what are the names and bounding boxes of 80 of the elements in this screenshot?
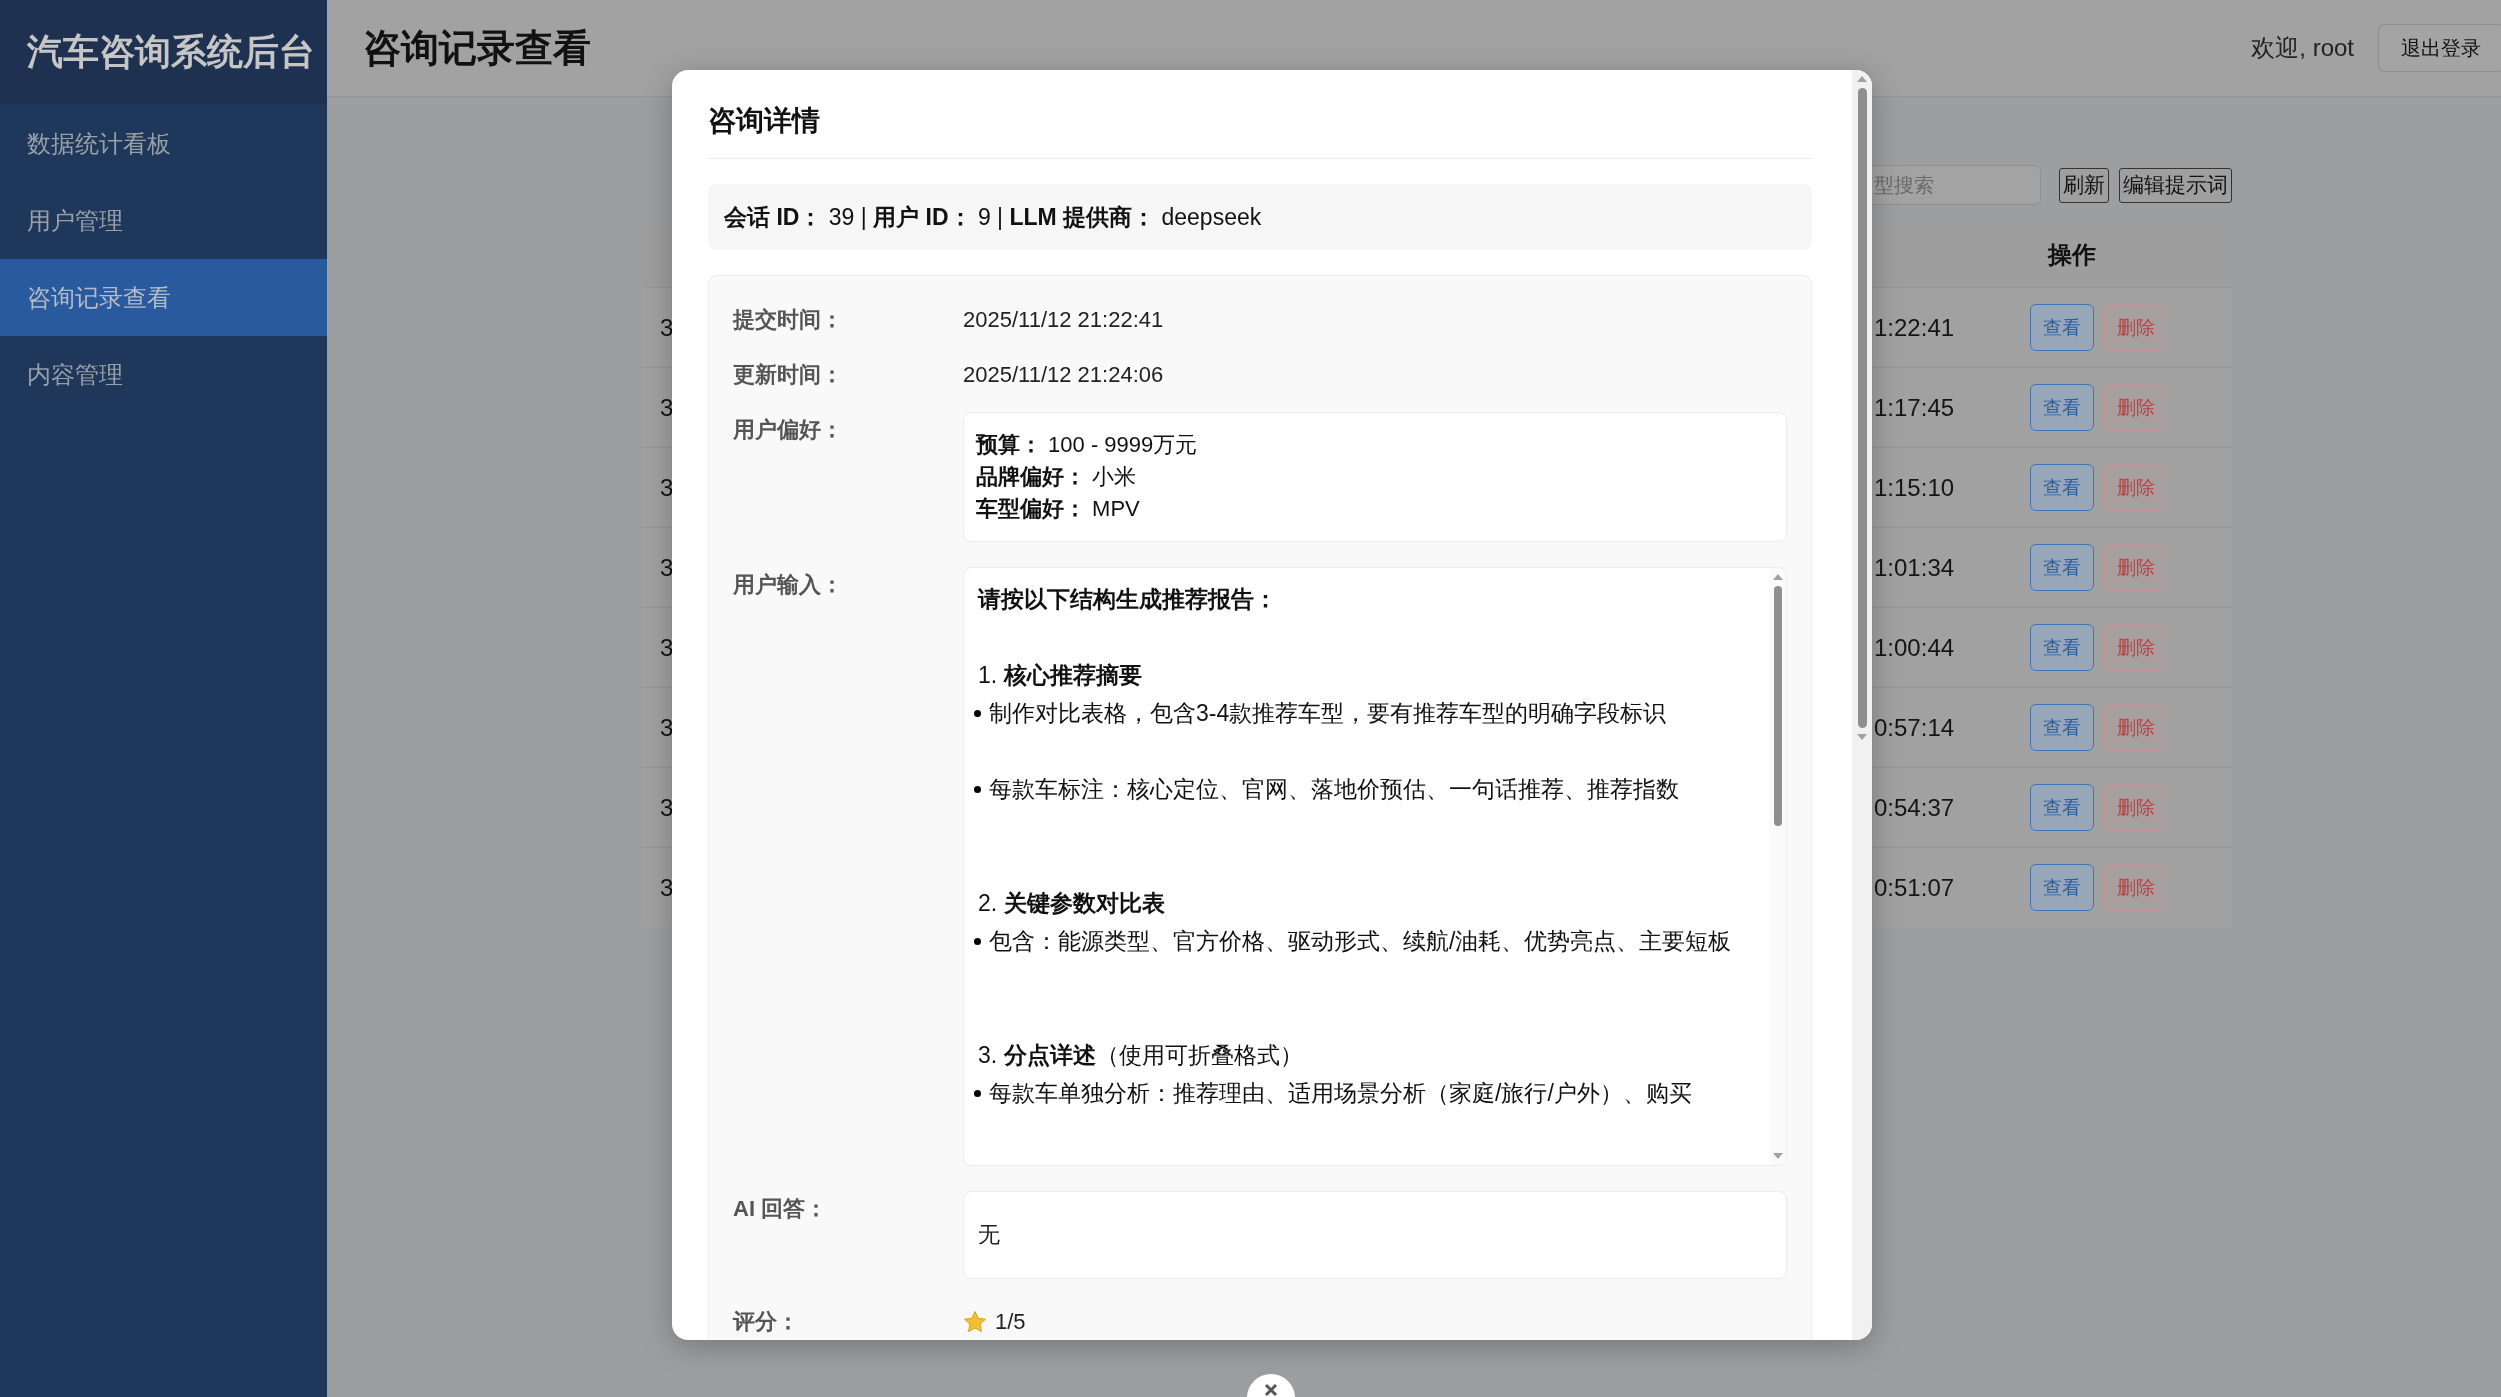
- report-heading: 请按以下结构生成推荐报告：: [978, 585, 1278, 614]
- sidebar-item[interactable]: 内容管理: [0, 336, 327, 413]
- table-cell: 1:00:44: [1874, 633, 1955, 662]
- bullet-icon: [974, 1090, 981, 1097]
- caret-up-icon[interactable]: [1773, 574, 1783, 580]
- toolbar-button[interactable]: 刷新: [2059, 167, 2109, 203]
- page-heading: 咨询记录查看: [363, 25, 592, 71]
- scrollbar[interactable]: [1852, 70, 1872, 1340]
- table-cell: 3: [660, 633, 674, 662]
- delete-button[interactable]: 删除: [2104, 624, 2168, 671]
- toolbar-button[interactable]: 编辑提示词: [2119, 167, 2232, 203]
- bullet-text: 包含：能源类型、官方价格、驱动形式、续航/油耗、优势亮点、主要短板: [989, 927, 1732, 956]
- section-title: 1. 核心推荐摘要: [978, 661, 1143, 690]
- table-cell: 3: [660, 553, 674, 582]
- table-cell: 1:22:41: [1874, 313, 1955, 342]
- table-cell: 1:15:10: [1874, 473, 1955, 502]
- table-cell: 3: [660, 873, 674, 902]
- field-label: 用户输入：: [733, 571, 844, 599]
- table-cell: 3: [660, 473, 674, 502]
- delete-button[interactable]: 删除: [2104, 304, 2168, 351]
- table-cell: 3: [660, 393, 674, 422]
- delete-button[interactable]: 删除: [2104, 784, 2168, 831]
- view-button[interactable]: 查看: [2030, 864, 2094, 911]
- view-button[interactable]: 查看: [2030, 544, 2094, 591]
- column-header: 操作: [2046, 240, 2097, 270]
- bullet-text: 每款车标注：核心定位、官网、落地价预估、一句话推荐、推荐指数: [989, 775, 1679, 804]
- bullet-text: 制作对比表格，包含3-4款推荐车型，要有推荐车型的明确字段标识: [989, 699, 1667, 728]
- caret-down-icon[interactable]: [1773, 1153, 1783, 1159]
- delete-button[interactable]: 删除: [2104, 704, 2168, 751]
- section-title: 3. 分点详述（使用可折叠格式）: [978, 1041, 1304, 1070]
- bullet-icon: [974, 938, 981, 945]
- table-cell: 3: [660, 313, 674, 342]
- scrollbar[interactable]: [1770, 568, 1786, 1165]
- field-label: 更新时间：: [733, 361, 844, 389]
- table-cell: 0:54:37: [1874, 793, 1955, 822]
- table-cell: 3: [660, 793, 674, 822]
- bullet-icon: [974, 786, 981, 793]
- welcome-text: 欢迎, root: [2251, 33, 2354, 63]
- preference-line: 品牌偏好： 小米: [976, 463, 1138, 491]
- close-icon: [1263, 1382, 1279, 1397]
- field-label: AI 回答：: [733, 1195, 829, 1223]
- table-cell: 0:51:07: [1874, 873, 1955, 902]
- field-label: 用户偏好：: [733, 416, 844, 444]
- session-info: 会话 ID： 39 | 用户 ID： 9 | LLM 提供商： deepseek: [708, 184, 1812, 250]
- star-icon: [963, 1310, 987, 1334]
- field-value: 2025/11/12 21:22:41: [963, 306, 1165, 334]
- scrollbar-thumb[interactable]: [1857, 88, 1867, 728]
- delete-button[interactable]: 删除: [2104, 544, 2168, 591]
- preference-line: 车型偏好： MPV: [976, 495, 1141, 523]
- delete-button[interactable]: 删除: [2104, 384, 2168, 431]
- caret-down-icon[interactable]: [1857, 734, 1867, 740]
- view-button[interactable]: 查看: [2030, 304, 2094, 351]
- view-button[interactable]: 查看: [2030, 384, 2094, 431]
- bullet-text: 每款车单独分析：推荐理由、适用场景分析（家庭/旅行/户外）、购买: [989, 1079, 1692, 1108]
- caret-up-icon[interactable]: [1857, 76, 1867, 82]
- sidebar-item[interactable]: 咨询记录查看: [0, 259, 327, 336]
- view-button[interactable]: 查看: [2030, 704, 2094, 751]
- scrollbar-thumb[interactable]: [1774, 586, 1782, 826]
- sidebar-item[interactable]: 数据统计看板: [0, 105, 327, 182]
- field-value: 2025/11/12 21:24:06: [963, 361, 1165, 389]
- table-cell: 1:17:45: [1874, 393, 1955, 422]
- table-cell: 1:01:34: [1874, 553, 1955, 582]
- view-button[interactable]: 查看: [2030, 464, 2094, 511]
- logout-button[interactable]: 退出登录: [2378, 24, 2501, 72]
- field-label: 评分：: [733, 1308, 800, 1336]
- dialog-title: 咨询详情: [708, 102, 1812, 159]
- section-title: 2. 关键参数对比表: [978, 889, 1166, 918]
- app-title: 汽车咨询系统后台: [0, 0, 327, 105]
- rating-value: 1/5: [995, 1308, 1026, 1336]
- preference-line: 预算： 100 - 9999万元: [976, 431, 1199, 459]
- field-label: 提交时间：: [733, 306, 844, 334]
- delete-button[interactable]: 删除: [2104, 864, 2168, 911]
- table-cell: 0:57:14: [1874, 713, 1955, 742]
- view-button[interactable]: 查看: [2030, 624, 2094, 671]
- view-button[interactable]: 查看: [2030, 784, 2094, 831]
- table-cell: 3: [660, 713, 674, 742]
- sidebar-item[interactable]: 用户管理: [0, 182, 327, 259]
- delete-button[interactable]: 删除: [2104, 464, 2168, 511]
- bullet-icon: [974, 710, 981, 717]
- answer-panel: 无: [963, 1191, 1787, 1279]
